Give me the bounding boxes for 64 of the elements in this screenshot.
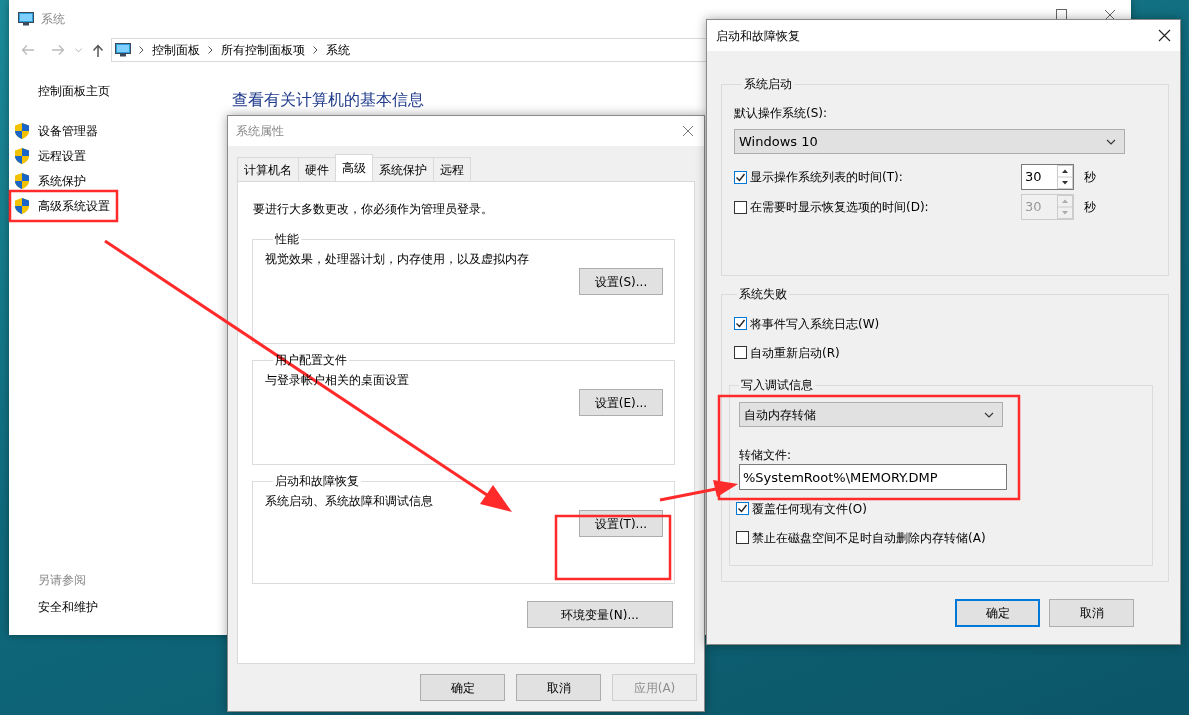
breadcrumb-link[interactable]: 所有控制面板项 (221, 41, 305, 59)
sidebar-link[interactable]: 设备管理器 (38, 121, 98, 140)
sidebar-link[interactable]: 控制面板主页 (38, 82, 110, 100)
field-label: 转储文件: (739, 447, 792, 464)
group-title: 系统启动 (743, 77, 793, 91)
sidebar-link[interactable]: 系统保护 (38, 171, 86, 190)
group-title: 系统失败 (738, 287, 788, 301)
group-description: 视觉效果，处理器计划，内存使用，以及虚拟内存 (265, 251, 529, 268)
close-button[interactable] (1158, 29, 1171, 42)
close-button[interactable] (1104, 9, 1116, 21)
dropdown[interactable]: 自动内存转储 (739, 402, 1003, 427)
shield-icon (14, 146, 30, 165)
chevron-right-icon (313, 46, 318, 54)
checkbox-label[interactable]: 将事件写入系统日志(W) (750, 314, 880, 333)
checkbox[interactable] (734, 346, 747, 359)
dialog-button[interactable]: 确定 (420, 674, 505, 701)
breadcrumb-link[interactable]: 控制面板 (152, 41, 200, 59)
sidebar-link[interactable]: 高级系统设置 (38, 196, 110, 215)
shield-icon (14, 121, 30, 140)
tab[interactable]: 远程 (433, 157, 471, 181)
checkbox[interactable] (736, 531, 749, 544)
checkbox-label[interactable]: 禁止在磁盘空间不足时自动删除内存转储(A) (752, 528, 986, 547)
dropdown[interactable]: Windows 10 (734, 129, 1125, 154)
sidebar-link[interactable]: 远程设置 (38, 146, 86, 165)
dialog-title: 系统属性 (236, 123, 284, 140)
settings-button[interactable]: 设置(S)... (579, 268, 663, 295)
up-arrow-icon[interactable] (92, 43, 104, 57)
chevron-right-icon (208, 46, 213, 54)
chevron-down-icon (1106, 138, 1116, 145)
tab[interactable]: 高级 (335, 154, 373, 181)
unit-label: 秒 (1084, 169, 1096, 186)
checkbox-label[interactable]: 覆盖任何现有文件(O) (752, 499, 867, 518)
chevron-down-icon (984, 411, 994, 418)
window-title: 系统 (41, 11, 65, 28)
monitor-icon (115, 43, 131, 57)
sidebar-link[interactable]: 安全和维护 (38, 598, 98, 616)
group-title: 启动和故障恢复 (274, 474, 360, 488)
dialog-button[interactable]: 取消 (516, 674, 601, 701)
page-heading: 查看有关计算机的基本信息 (232, 89, 424, 111)
section-heading: 另请参阅 (38, 572, 86, 589)
group-description: 系统启动、系统故障和调试信息 (265, 493, 433, 510)
unit-label: 秒 (1084, 199, 1096, 216)
field-label: 默认操作系统(S): (734, 105, 828, 122)
group-title: 写入调试信息 (740, 378, 814, 392)
settings-button[interactable]: 设置(T)... (579, 510, 663, 537)
environment-variables-button[interactable]: 环境变量(N)... (527, 601, 673, 628)
chevron-right-icon (139, 46, 144, 54)
number-spinner[interactable]: 30 (1021, 164, 1074, 190)
checkbox[interactable] (734, 317, 747, 330)
dialog-button[interactable]: 确定 (955, 599, 1040, 627)
breadcrumb-link[interactable]: 系统 (326, 41, 350, 59)
dialog-button[interactable]: 取消 (1049, 599, 1134, 627)
tab[interactable]: 计算机名 (237, 157, 299, 181)
group-title: 性能 (274, 232, 300, 246)
checkbox-label[interactable]: 显示操作系统列表的时间(T): (750, 168, 903, 186)
settings-button[interactable]: 设置(E)... (579, 389, 663, 416)
checkbox[interactable] (734, 170, 747, 184)
checkbox-label[interactable]: 自动重新启动(R) (750, 343, 840, 362)
checkbox[interactable] (736, 502, 749, 515)
shield-icon (14, 196, 30, 215)
notice-text: 要进行大多数更改，你必须作为管理员登录。 (253, 201, 493, 218)
input-field[interactable]: %SystemRoot%\MEMORY.DMP (739, 464, 1007, 490)
monitor-icon (18, 12, 34, 26)
shield-icon (14, 171, 30, 190)
